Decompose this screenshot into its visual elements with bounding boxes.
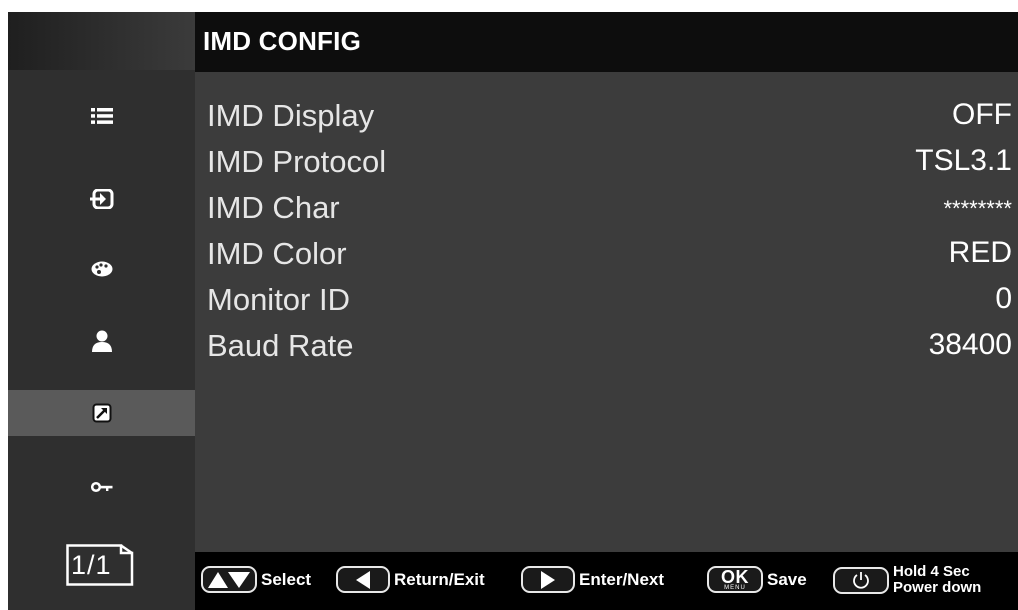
- menu-label: IMD Protocol: [207, 144, 387, 179]
- menu-value: ********: [943, 196, 1013, 221]
- sidebar-item-shortcut[interactable]: [8, 390, 195, 436]
- sidebar-item-list[interactable]: [8, 93, 195, 139]
- ok-menu-key: OK MENU: [707, 566, 763, 593]
- list-icon: [90, 108, 113, 124]
- right-arrow-icon: [541, 570, 555, 589]
- ok-key-label: OK: [721, 567, 749, 587]
- right-key: [521, 566, 575, 593]
- hint-save-text: Save: [767, 569, 807, 589]
- hint-power-line2: Power down: [893, 579, 982, 596]
- menu-value: OFF: [952, 98, 1012, 131]
- sidebar-item-user[interactable]: [8, 318, 195, 364]
- menu-label: IMD Display: [207, 98, 375, 133]
- palette-icon: [91, 261, 112, 277]
- up-down-icon: [208, 571, 250, 588]
- user-icon: [91, 330, 112, 352]
- menu-label: Monitor ID: [207, 282, 350, 317]
- power-icon: [853, 572, 869, 589]
- sidebar-item-palette[interactable]: [8, 246, 195, 292]
- power-key: [833, 566, 889, 594]
- key-icon: [90, 481, 112, 493]
- menu-key-label: MENU: [724, 585, 746, 591]
- menu-row-monitor-id[interactable]: Monitor ID 0: [195, 278, 1018, 324]
- menu-value: RED: [948, 236, 1012, 269]
- input-icon: [89, 189, 113, 209]
- menu-row-imd-protocol[interactable]: IMD Protocol TSL3.1: [195, 140, 1018, 186]
- hint-save: OK MENU Save: [707, 566, 807, 593]
- osd-menu: 1/1 IMD CONFIG IMD Display OFF IMD Proto…: [8, 12, 1018, 610]
- menu-label: IMD Color: [207, 236, 347, 271]
- sidebar: 1/1: [8, 12, 195, 610]
- hint-return: Return/Exit: [336, 566, 485, 593]
- hint-enter: Enter/Next: [521, 566, 664, 593]
- hint-return-text: Return/Exit: [394, 569, 485, 589]
- sidebar-header: [8, 12, 195, 70]
- menu-row-imd-color[interactable]: IMD Color RED: [195, 232, 1018, 278]
- hint-power-text: Hold 4 Sec Power down: [893, 564, 981, 596]
- page-indicator-text: 1/1: [71, 550, 112, 580]
- menu-label: Baud Rate: [207, 328, 354, 363]
- page-indicator: 1/1: [66, 544, 136, 586]
- hint-select: Select: [201, 566, 311, 593]
- menu-label: IMD Char: [207, 190, 340, 225]
- menu-row-baud-rate[interactable]: Baud Rate 38400: [195, 324, 1018, 370]
- sidebar-item-input[interactable]: [8, 176, 195, 222]
- hint-enter-text: Enter/Next: [579, 569, 665, 589]
- menu-row-imd-char[interactable]: IMD Char ********: [195, 186, 1018, 232]
- sidebar-item-key[interactable]: [8, 464, 195, 510]
- menu-header: IMD CONFIG: [195, 12, 1018, 72]
- menu-row-imd-display[interactable]: IMD Display OFF: [195, 94, 1018, 140]
- left-key: [336, 566, 390, 593]
- menu-value: 38400: [928, 328, 1012, 361]
- hint-select-text: Select: [261, 569, 312, 589]
- footer-hints: Select Return/Exit Enter/Next OK MENU Sa…: [195, 552, 1018, 610]
- menu-value: TSL3.1: [915, 144, 1012, 177]
- hint-power: Hold 4 Sec Power down: [833, 564, 981, 596]
- page-title: IMD CONFIG: [203, 26, 361, 56]
- hint-power-line1: Hold 4 Sec: [893, 563, 970, 580]
- shortcut-icon: [92, 403, 111, 423]
- up-down-key: [201, 566, 257, 593]
- menu-value: 0: [995, 282, 1012, 315]
- left-arrow-icon: [356, 570, 370, 589]
